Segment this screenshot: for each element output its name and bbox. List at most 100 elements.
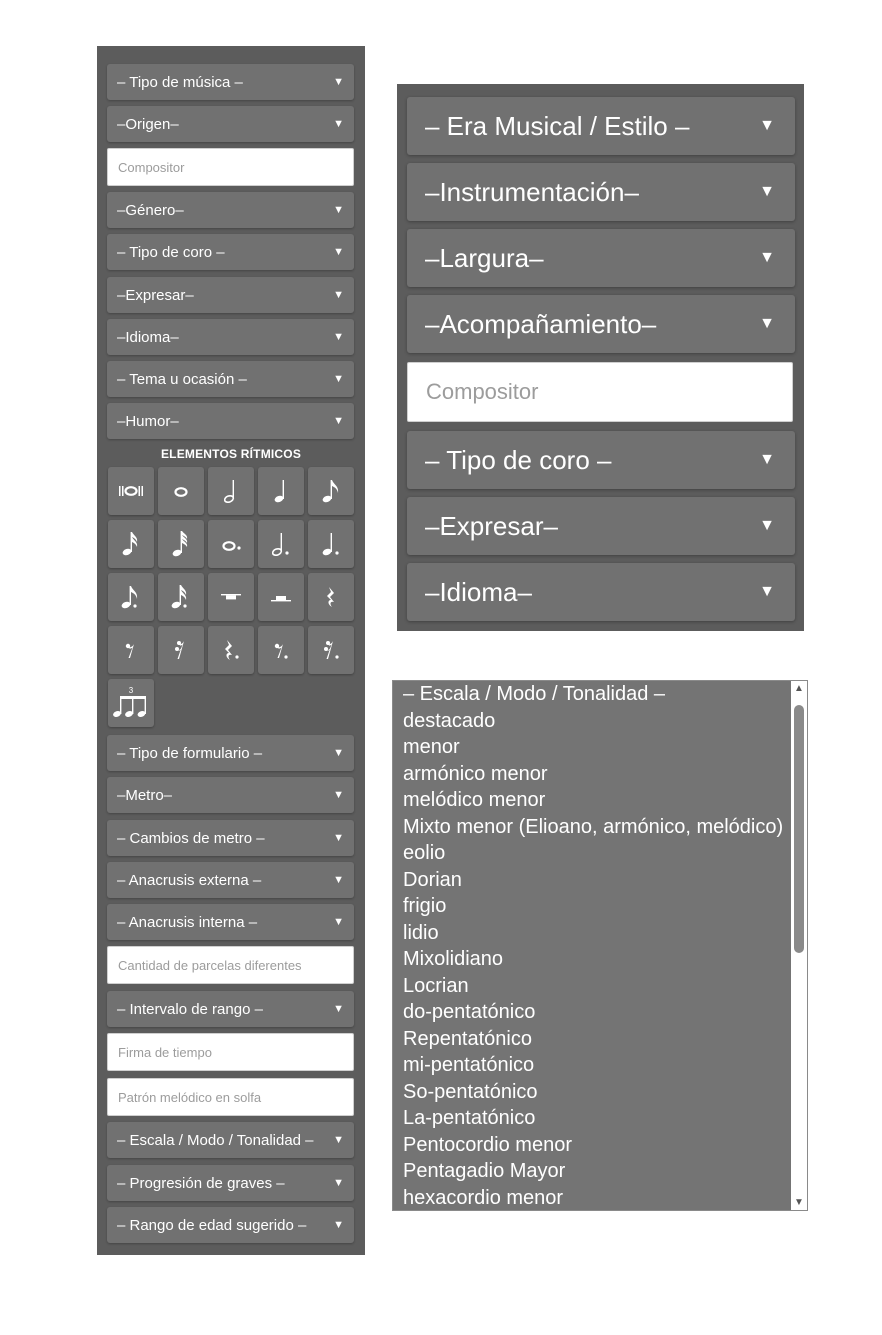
rhythm-button-triplet[interactable]: 3 — [108, 679, 154, 727]
select-label: – Tipo de formulario – — [117, 744, 263, 762]
list-option[interactable]: frigio — [393, 893, 791, 920]
meter-select[interactable]: –Metro– ▼ — [107, 777, 354, 813]
rhythm-button-thirty-second[interactable] — [158, 520, 204, 568]
chevron-down-icon: ▼ — [759, 315, 775, 332]
chevron-down-icon: ▼ — [333, 118, 344, 130]
theme-occasion-select[interactable]: – Tema u ocasión – ▼ — [107, 361, 354, 397]
rhythm-button-breve[interactable] — [108, 467, 154, 515]
list-option[interactable]: Mixolidiano — [393, 946, 791, 973]
select-label: –Género– — [117, 201, 184, 219]
rhythm-button-sixteenth[interactable] — [108, 520, 154, 568]
choir-type-select[interactable]: – Tipo de coro – ▼ — [107, 234, 354, 270]
instrumentation-select[interactable]: –Instrumentación– ▼ — [407, 163, 795, 221]
list-option[interactable]: mi-pentatónico — [393, 1052, 791, 1079]
time-signature-input[interactable] — [107, 1033, 354, 1071]
external-anacrusis-select[interactable]: – Anacrusis externa – ▼ — [107, 862, 354, 898]
rhythm-button-eighth-rest[interactable] — [108, 626, 154, 674]
internal-anacrusis-select[interactable]: – Anacrusis interna – ▼ — [107, 904, 354, 940]
list-option[interactable]: do-pentatónico — [393, 999, 791, 1026]
rhythm-button-eighth[interactable] — [308, 467, 354, 515]
list-option[interactable]: So-pentatónico — [393, 1079, 791, 1106]
scroll-down-arrow-icon[interactable]: ▼ — [791, 1197, 807, 1208]
length-select[interactable]: –Largura– ▼ — [407, 229, 795, 287]
musical-era-select[interactable]: – Era Musical / Estilo – ▼ — [407, 97, 795, 155]
list-option[interactable]: destacado — [393, 708, 791, 735]
choir-type-select-large[interactable]: – Tipo de coro – ▼ — [407, 431, 795, 489]
rhythm-button-sixteenth-rest[interactable] — [158, 626, 204, 674]
rhythm-button-quarter-rest[interactable] — [308, 573, 354, 621]
chevron-down-icon: ▼ — [333, 1219, 344, 1231]
rhythm-button-dotted-whole[interactable] — [208, 520, 254, 568]
list-option[interactable]: Dorian — [393, 867, 791, 894]
list-option[interactable]: Mixto menor (Elioano, armónico, melódico… — [393, 814, 791, 841]
rhythm-button-dotted-half[interactable] — [258, 520, 304, 568]
list-option[interactable]: – Escala / Modo / Tonalidad – — [393, 681, 791, 708]
accompaniment-select[interactable]: –Acompañamiento– ▼ — [407, 295, 795, 353]
rhythm-button-dotted-sixteenth-rest[interactable] — [308, 626, 354, 674]
mood-select[interactable]: –Humor– ▼ — [107, 403, 354, 439]
language-select[interactable]: –Idioma– ▼ — [107, 319, 354, 355]
range-interval-select[interactable]: – Intervalo de rango – ▼ — [107, 991, 354, 1027]
composer-input[interactable] — [107, 148, 354, 186]
list-option[interactable]: Pentocordio menor — [393, 1132, 791, 1159]
language-select-large[interactable]: –Idioma– ▼ — [407, 563, 795, 621]
origin-select[interactable]: –Origen– ▼ — [107, 106, 354, 142]
rhythm-button-dotted-quarter[interactable] — [308, 520, 354, 568]
breve-note-icon — [119, 486, 143, 496]
chevron-down-icon: ▼ — [759, 183, 775, 200]
list-option[interactable]: melódico menor — [393, 787, 791, 814]
dotted-quarter-note-icon — [322, 533, 339, 556]
chevron-down-icon: ▼ — [333, 747, 344, 759]
melodic-pattern-input[interactable] — [107, 1078, 354, 1116]
list-option[interactable]: Locrian — [393, 973, 791, 1000]
chevron-down-icon: ▼ — [333, 1003, 344, 1015]
rhythm-button-dotted-eighth-rest[interactable] — [258, 626, 304, 674]
chevron-down-icon: ▼ — [333, 832, 344, 844]
scale-mode-select[interactable]: – Escala / Modo / Tonalidad – ▼ — [107, 1122, 354, 1158]
select-label: – Tema u ocasión – — [117, 370, 247, 388]
parcel-count-input[interactable] — [107, 946, 354, 984]
sixteenth-rest-icon — [175, 641, 184, 659]
list-option[interactable]: La-pentatónico — [393, 1105, 791, 1132]
music-type-select[interactable]: – Tipo de música – ▼ — [107, 64, 354, 100]
select-label: – Era Musical / Estilo – — [425, 110, 690, 141]
rhythm-button-half-rest[interactable] — [258, 573, 304, 621]
expression-select[interactable]: –Expresar– ▼ — [107, 277, 354, 313]
scale-mode-listbox[interactable]: – Escala / Modo / Tonalidad – destacado … — [392, 680, 808, 1211]
select-label: –Idioma– — [117, 328, 179, 346]
select-label: – Anacrusis interna – — [117, 913, 258, 931]
select-label: –Largura– — [425, 242, 544, 273]
rhythm-button-half[interactable] — [208, 467, 254, 515]
half-note-icon — [223, 480, 235, 504]
dotted-half-note-icon — [271, 533, 289, 557]
form-type-select[interactable]: – Tipo de formulario – ▼ — [107, 735, 354, 771]
meter-changes-select[interactable]: – Cambios de metro – ▼ — [107, 820, 354, 856]
quarter-note-icon — [274, 480, 284, 503]
select-label: – Cambios de metro – — [117, 829, 265, 847]
list-option[interactable]: hexacordio menor — [393, 1185, 791, 1211]
scrollbar-thumb[interactable] — [794, 705, 804, 953]
list-option[interactable]: Repentatónico — [393, 1026, 791, 1053]
list-option[interactable]: armónico menor — [393, 761, 791, 788]
list-option[interactable]: menor — [393, 734, 791, 761]
rhythm-button-dotted-quarter-rest[interactable] — [208, 626, 254, 674]
select-label: –Idioma– — [425, 576, 532, 607]
dotted-eighth-note-icon — [121, 586, 138, 609]
list-option[interactable]: eolio — [393, 840, 791, 867]
listbox-scrollbar[interactable]: ▲ ▼ — [791, 681, 807, 1210]
list-option[interactable]: lidio — [393, 920, 791, 947]
dotted-sixteenth-rest-icon — [324, 641, 339, 659]
genre-select[interactable]: –Género– ▼ — [107, 192, 354, 228]
scroll-up-arrow-icon[interactable]: ▲ — [791, 683, 807, 694]
list-option[interactable]: Pentagadio Mayor — [393, 1158, 791, 1185]
rhythm-button-whole[interactable] — [158, 467, 204, 515]
age-range-select[interactable]: – Rango de edad sugerido – ▼ — [107, 1207, 354, 1243]
rhythm-button-quarter[interactable] — [258, 467, 304, 515]
bass-progression-select[interactable]: – Progresión de graves – ▼ — [107, 1165, 354, 1201]
select-label: – Anacrusis externa – — [117, 871, 262, 889]
composer-input-large[interactable] — [407, 362, 793, 422]
rhythm-button-dotted-eighth[interactable] — [108, 573, 154, 621]
expression-select-large[interactable]: –Expresar– ▼ — [407, 497, 795, 555]
rhythm-button-dotted-sixteenth[interactable] — [158, 573, 204, 621]
rhythm-button-whole-rest[interactable] — [208, 573, 254, 621]
